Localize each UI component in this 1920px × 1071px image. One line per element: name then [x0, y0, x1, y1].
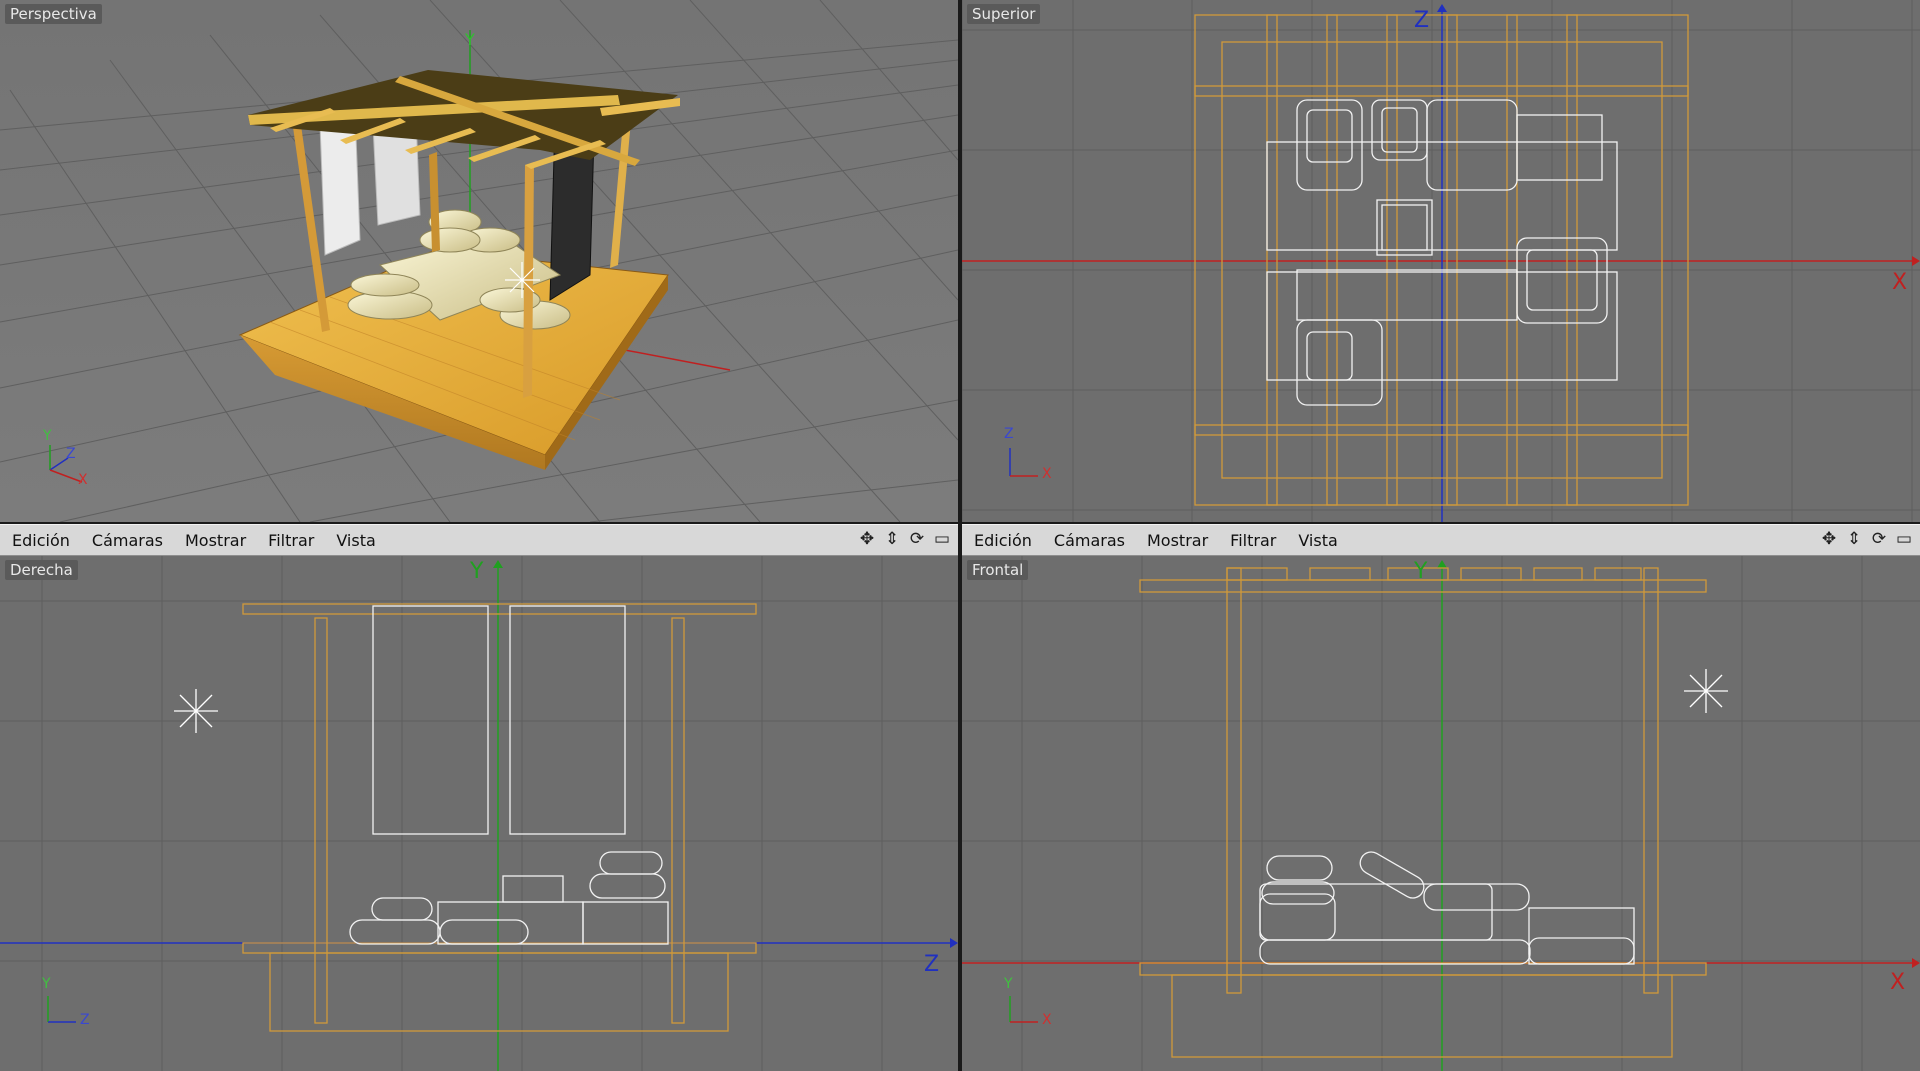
move-view-icon[interactable]: ✥: [857, 528, 877, 550]
light-icon[interactable]: [1684, 669, 1728, 713]
viewport-front[interactable]: Frontal Y X Y X: [962, 556, 1920, 1071]
menu-camaras[interactable]: Cámaras: [1054, 531, 1125, 550]
menu-filtrar[interactable]: Filtrar: [268, 531, 314, 550]
viewport-perspective[interactable]: Perspectiva Y Y Z X: [0, 0, 958, 522]
viewport-label: Derecha: [5, 560, 78, 580]
menu-mostrar[interactable]: Mostrar: [1147, 531, 1208, 550]
menu-edicion[interactable]: Edición: [974, 531, 1032, 550]
maximize-view-icon[interactable]: ▭: [932, 528, 952, 550]
viewport-label: Superior: [967, 4, 1041, 24]
axis-label-z: Z: [924, 952, 940, 977]
front-scene: [962, 556, 1920, 1071]
menu-vista[interactable]: Vista: [1298, 531, 1337, 550]
mini-axis-y: Y: [1004, 976, 1013, 992]
mini-axis-x: X: [1042, 466, 1052, 482]
zoom-view-icon[interactable]: ⇕: [1844, 528, 1864, 550]
perspective-scene: Y: [0, 0, 958, 522]
viewport-top[interactable]: Superior Z X Z X: [962, 0, 1920, 522]
rotate-view-icon[interactable]: ⟳: [1869, 528, 1889, 550]
svg-text:Y: Y: [464, 30, 475, 49]
top-scene: [962, 0, 1920, 522]
axis-label-y: Y: [1414, 559, 1428, 584]
maximize-view-icon[interactable]: ▭: [1894, 528, 1914, 550]
axis-label-z: Z: [1414, 8, 1430, 33]
mini-axis-x: X: [1042, 1012, 1052, 1028]
axis-label-y: Y: [470, 559, 484, 584]
menu-vista[interactable]: Vista: [336, 531, 375, 550]
zoom-view-icon[interactable]: ⇕: [882, 528, 902, 550]
mini-axis-z: Z: [1004, 426, 1014, 442]
move-view-icon[interactable]: ✥: [1819, 528, 1839, 550]
mini-axis-y: Y: [42, 976, 51, 992]
axis-label-x: X: [1892, 270, 1908, 295]
menubar-right-view: Edición Cámaras Mostrar Filtrar Vista ✥ …: [0, 524, 958, 556]
mini-axis-z: Z: [66, 446, 76, 462]
rotate-view-icon[interactable]: ⟳: [907, 528, 927, 550]
viewport-right[interactable]: Derecha Y Z Y Z: [0, 556, 958, 1071]
menu-edicion[interactable]: Edición: [12, 531, 70, 550]
mini-axis-z: Z: [80, 1012, 90, 1028]
menubar-front-view: Edición Cámaras Mostrar Filtrar Vista ✥ …: [962, 524, 1920, 556]
menu-filtrar[interactable]: Filtrar: [1230, 531, 1276, 550]
right-scene: [0, 556, 958, 1071]
viewport-label: Perspectiva: [5, 4, 102, 24]
menu-mostrar[interactable]: Mostrar: [185, 531, 246, 550]
mini-axis-x: X: [78, 472, 88, 488]
menu-camaras[interactable]: Cámaras: [92, 531, 163, 550]
light-icon[interactable]: [174, 689, 218, 733]
viewport-label: Frontal: [967, 560, 1029, 580]
mini-axis-y: Y: [43, 428, 52, 444]
axis-label-x: X: [1890, 970, 1906, 995]
